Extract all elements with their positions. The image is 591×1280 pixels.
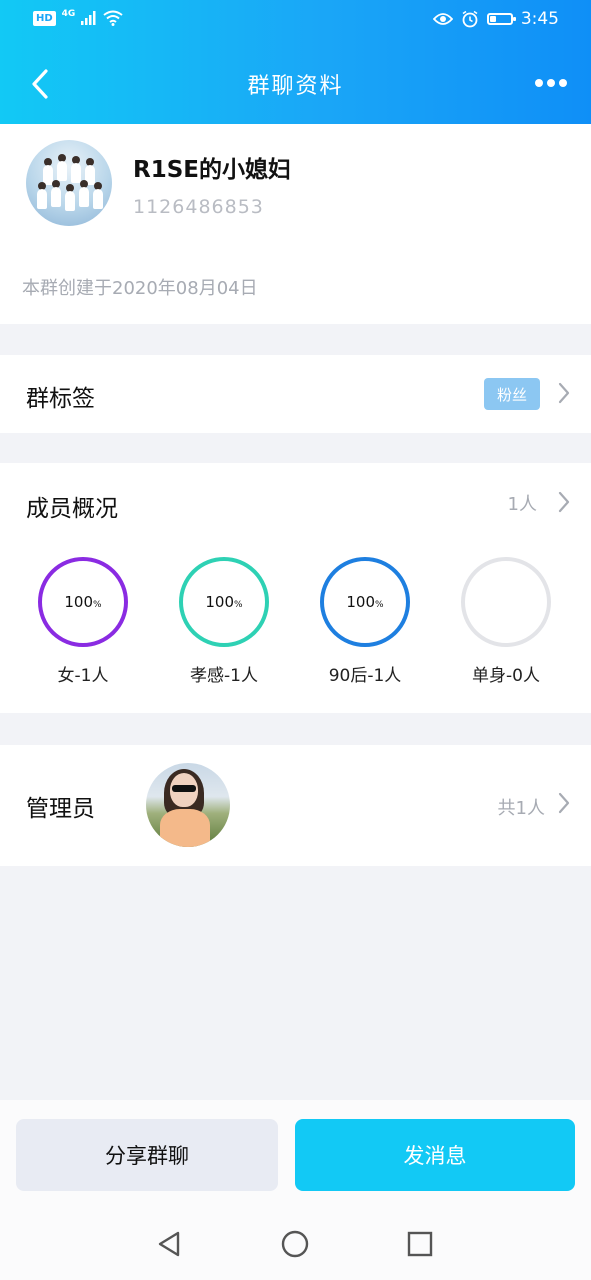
group-avatar[interactable]	[26, 140, 112, 226]
header: HD 4G 3:45 群聊资料	[0, 0, 591, 124]
status-time: 3:45	[520, 9, 559, 29]
status-bar: HD 4G 3:45	[0, 0, 591, 44]
chevron-right-icon	[558, 382, 570, 404]
more-dot	[535, 79, 543, 87]
stat-gender: 100% 女-1人	[33, 557, 133, 707]
stat-label: 女-1人	[57, 666, 109, 686]
group-name: R1SE的小媳妇	[133, 157, 291, 183]
status-left: HD 4G	[33, 9, 123, 26]
send-message-button[interactable]: 发消息	[295, 1119, 575, 1191]
stat-label: 孝感-1人	[190, 666, 258, 686]
eye-icon	[432, 13, 453, 25]
group-info-card: R1SE的小媳妇 1126486853 本群创建于2020年08月04日	[0, 124, 591, 324]
stat-single: 单身-0人	[456, 557, 556, 707]
stat-ring: 100%	[38, 557, 128, 647]
more-dot	[559, 79, 567, 87]
members-count: 1人	[507, 494, 537, 515]
admins-count: 共1人	[497, 798, 545, 819]
nav-back-button[interactable]	[149, 1224, 189, 1264]
members-overview-card[interactable]: 成员概况 1人 100% 女-1人 100% 孝感-1人 100% 90后-1人…	[0, 463, 591, 713]
page-title: 群聊资料	[247, 74, 344, 99]
stat-percent: 100%	[205, 593, 243, 611]
stat-percent: 100%	[346, 593, 384, 611]
wifi-icon	[103, 10, 123, 26]
share-group-button[interactable]: 分享群聊	[16, 1119, 278, 1191]
chevron-right-icon	[558, 792, 570, 814]
more-button[interactable]	[529, 68, 573, 98]
circle-home-icon	[281, 1230, 309, 1258]
stat-label: 90后-1人	[328, 666, 402, 686]
group-id: 1126486853	[133, 196, 264, 218]
nav-recents-button[interactable]	[400, 1224, 440, 1264]
chevron-right-icon	[558, 491, 570, 513]
admins-title: 管理员	[26, 796, 95, 822]
square-recents-icon	[407, 1231, 433, 1257]
members-overview-title: 成员概况	[26, 496, 118, 522]
hd-badge: HD	[33, 10, 56, 26]
group-created-date: 本群创建于2020年08月04日	[22, 278, 258, 299]
stat-age: 100% 90后-1人	[315, 557, 415, 707]
system-nav-bar	[0, 1210, 591, 1280]
stat-ring	[461, 557, 551, 647]
triangle-back-icon	[158, 1231, 180, 1257]
stat-percent: 100%	[64, 593, 102, 611]
battery-fill	[489, 16, 497, 22]
signal-icon	[81, 11, 96, 25]
stat-location: 100% 孝感-1人	[174, 557, 274, 707]
battery-icon	[486, 13, 516, 25]
tag-badge: 粉丝	[484, 378, 540, 410]
alarm-icon	[462, 10, 478, 28]
group-tags-title: 群标签	[26, 386, 95, 412]
stat-label: 单身-0人	[472, 666, 540, 686]
stat-ring: 100%	[179, 557, 269, 647]
network-type: 4G	[61, 9, 76, 19]
more-dot	[547, 79, 555, 87]
bottom-bar: 分享群聊 发消息	[0, 1100, 591, 1280]
stat-ring: 100%	[320, 557, 410, 647]
admin-avatar-body	[160, 809, 210, 847]
admins-row[interactable]: 管理员 共1人	[0, 745, 591, 866]
nav-bar: 群聊资料	[0, 44, 591, 124]
admin-avatar-sunglasses	[172, 785, 196, 792]
nav-home-button[interactable]	[275, 1224, 315, 1264]
group-tags-row[interactable]: 群标签 粉丝	[0, 355, 591, 433]
admin-avatar[interactable]	[146, 763, 230, 847]
status-right: 3:45	[432, 9, 559, 29]
